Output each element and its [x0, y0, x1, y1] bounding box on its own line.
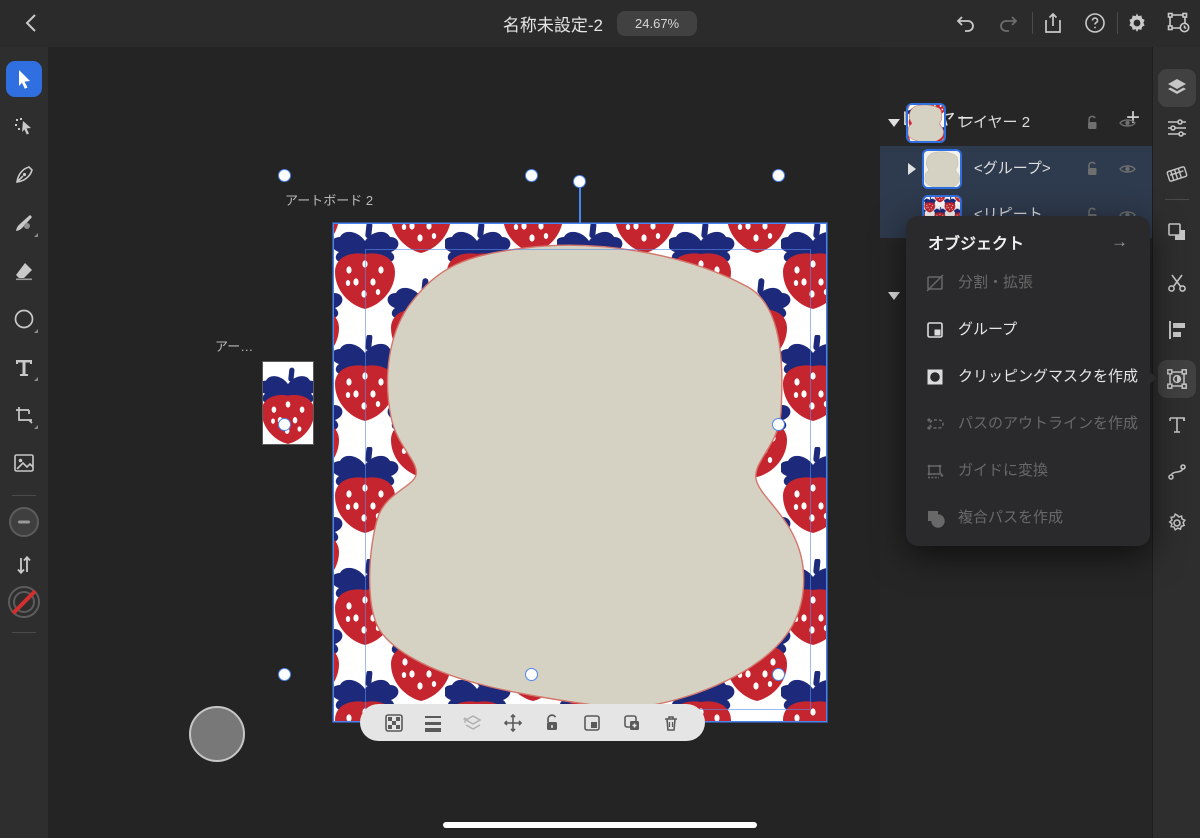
- menu-forward-arrow-icon[interactable]: →: [1111, 232, 1128, 252]
- rotation-handle-line: [579, 188, 581, 223]
- layer-name[interactable]: レイヤー 2: [958, 100, 1068, 146]
- menu-item-outline-path[interactable]: パスのアウトラインを作成: [906, 401, 1150, 447]
- object-menu-popup: オブジェクト → 分割・拡張 グループ クリッピングマスクを作成 パスのアウトラ…: [906, 216, 1150, 546]
- version-history-icon[interactable]: [1166, 10, 1192, 36]
- lock-open-icon[interactable]: [1083, 114, 1101, 132]
- selection-handle-bottom-center[interactable]: [525, 668, 538, 681]
- selection-handle-mid-left[interactable]: [278, 418, 291, 431]
- artboard-2[interactable]: [333, 223, 827, 722]
- blob-shape[interactable]: [370, 245, 804, 708]
- object-menu-title: オブジェクト: [928, 230, 1024, 254]
- shape-tool[interactable]: [6, 301, 42, 337]
- settings-gear-icon[interactable]: [1124, 10, 1150, 36]
- delete-trash-icon[interactable]: [660, 712, 682, 734]
- back-chevron-icon[interactable]: [18, 10, 44, 36]
- strawberry-art: [263, 362, 313, 444]
- group-icon: [925, 320, 945, 340]
- topbar-divider: [1117, 12, 1118, 34]
- duplicate-icon[interactable]: [621, 712, 643, 734]
- collapse-triangle-icon[interactable]: [888, 292, 900, 300]
- fill-transparency-icon[interactable]: [383, 712, 405, 734]
- group-icon[interactable]: [581, 712, 603, 734]
- lock-icon[interactable]: [541, 712, 563, 734]
- menu-item-group[interactable]: グループ: [906, 307, 1150, 353]
- layer-name[interactable]: <グループ>: [974, 146, 1074, 192]
- type-options-icon[interactable]: [1158, 406, 1196, 444]
- properties-icon[interactable]: [1158, 109, 1196, 147]
- scissors-icon[interactable]: [1158, 264, 1196, 302]
- move-icon[interactable]: [502, 712, 524, 734]
- outline-path-icon: [925, 414, 945, 434]
- clipping-mask-icon: [925, 367, 945, 387]
- direct-select-tool[interactable]: [6, 109, 42, 145]
- artboard2-label[interactable]: アートボード 2: [285, 190, 373, 209]
- tool-rail: [0, 47, 48, 838]
- stroke-weight-icon[interactable]: [422, 712, 444, 734]
- expand-icon: [925, 273, 945, 293]
- group-thumbnail[interactable]: [922, 149, 962, 189]
- swap-colors-icon[interactable]: [6, 547, 42, 583]
- top-bar: 名称未設定-2 24.67%: [0, 0, 1200, 47]
- strip-divider: [1165, 199, 1189, 200]
- app-window: アートボード 2 アー…: [0, 0, 1200, 838]
- menu-item-expand[interactable]: 分割・拡張: [906, 260, 1150, 306]
- menu-item-convert-to-guides[interactable]: ガイドに変換: [906, 448, 1150, 494]
- redo-icon[interactable]: [996, 10, 1022, 36]
- right-icon-strip: [1152, 47, 1200, 838]
- document-title: 名称未設定-2: [503, 11, 603, 36]
- undo-icon[interactable]: [952, 10, 978, 36]
- touch-modifier-widget[interactable]: [189, 706, 245, 762]
- layer-row-group[interactable]: <グループ>: [880, 146, 1152, 192]
- eye-visibility-icon[interactable]: [1118, 160, 1136, 178]
- rail-divider: [12, 495, 36, 496]
- align-icon[interactable]: [1158, 311, 1196, 349]
- menu-item-make-clipping-mask[interactable]: クリッピングマスクを作成: [906, 354, 1150, 400]
- selection-handle-top-left[interactable]: [278, 169, 291, 182]
- compound-path-icon: [925, 508, 945, 528]
- selection-handle-top-right[interactable]: [772, 169, 785, 182]
- path-icon[interactable]: [1158, 453, 1196, 491]
- arrange-icon[interactable]: [1158, 213, 1196, 251]
- eye-visibility-icon[interactable]: [1118, 114, 1136, 132]
- rail-divider: [12, 632, 36, 633]
- share-icon[interactable]: [1040, 10, 1066, 36]
- topbar-divider: [1032, 12, 1033, 34]
- rotation-handle[interactable]: [573, 175, 586, 188]
- strawberry-pattern-artwork: [333, 223, 827, 722]
- expand-triangle-icon[interactable]: [908, 163, 916, 175]
- selection-handle-bottom-right[interactable]: [772, 668, 785, 681]
- layers-panel-icon[interactable]: [1158, 69, 1196, 107]
- eraser-tool[interactable]: [6, 253, 42, 289]
- selection-handle-bottom-left[interactable]: [278, 668, 291, 681]
- brush-tool[interactable]: [6, 205, 42, 241]
- stroke-color-well-none[interactable]: [6, 584, 42, 620]
- lock-open-icon[interactable]: [1083, 160, 1101, 178]
- crop-artboard-tool[interactable]: [6, 397, 42, 433]
- arrange-order-icon[interactable]: [462, 712, 484, 734]
- menu-item-make-compound-path[interactable]: 複合パスを作成: [906, 495, 1150, 541]
- home-indicator[interactable]: [443, 822, 757, 828]
- collapse-triangle-icon[interactable]: [888, 119, 900, 127]
- layer-row-layer2[interactable]: レイヤー 2: [880, 100, 1152, 146]
- convert-guides-icon: [925, 461, 945, 481]
- artboard1-label[interactable]: アー…: [215, 336, 253, 355]
- popup-notch: [1146, 369, 1157, 387]
- plugin-settings-icon[interactable]: [1158, 504, 1196, 542]
- zoom-level-badge[interactable]: 24.67%: [617, 11, 697, 36]
- object-icon[interactable]: [1158, 360, 1196, 398]
- select-tool[interactable]: [6, 61, 42, 97]
- selection-handle-mid-right[interactable]: [772, 418, 785, 431]
- layer2-thumbnail[interactable]: [906, 103, 946, 143]
- type-tool[interactable]: [6, 349, 42, 385]
- swatches-icon[interactable]: [1158, 155, 1196, 193]
- context-toolbar: [360, 704, 705, 741]
- help-icon[interactable]: [1082, 10, 1108, 36]
- artboard-1-thumbnail[interactable]: [263, 362, 313, 444]
- image-tool[interactable]: [6, 445, 42, 481]
- selection-handle-top-center[interactable]: [525, 169, 538, 182]
- pen-tool[interactable]: [6, 157, 42, 193]
- fill-color-well[interactable]: [6, 504, 42, 540]
